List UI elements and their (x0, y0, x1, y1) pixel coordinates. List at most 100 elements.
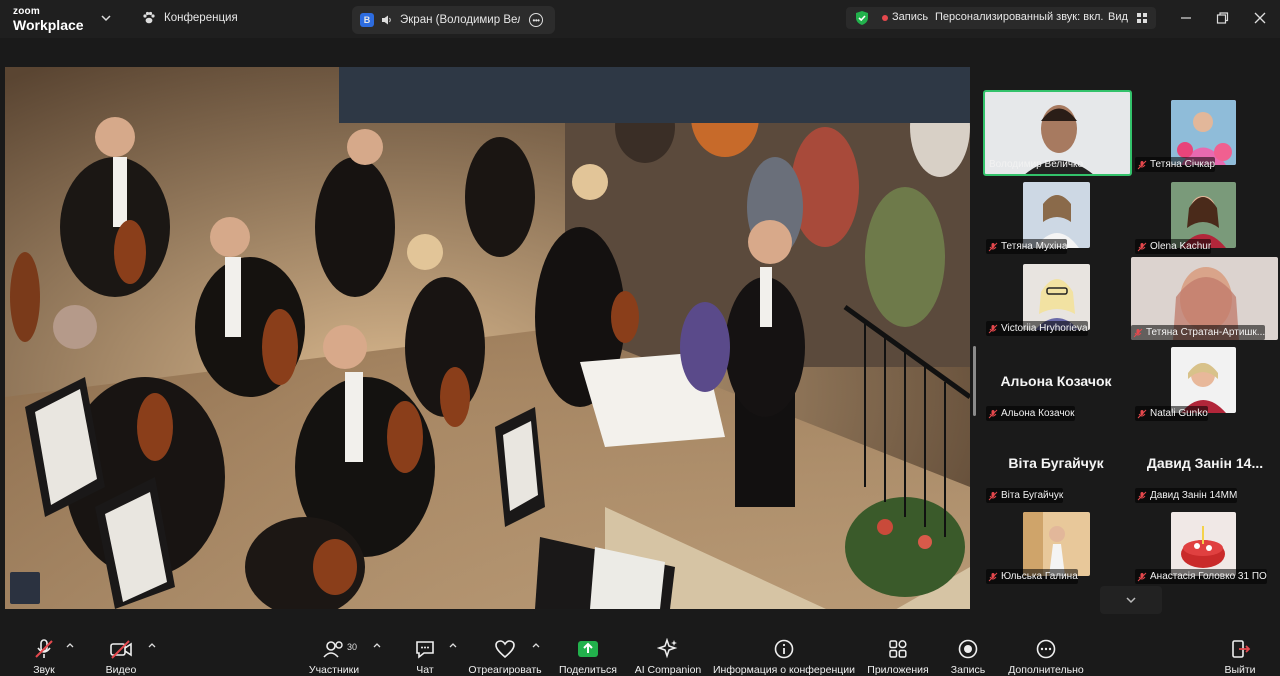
chat-label: Чат (416, 664, 434, 676)
mic-muted-icon (988, 572, 998, 581)
mic-muted-icon (1137, 572, 1147, 581)
meeting-info-label: Информация о конференции (712, 664, 855, 676)
chevron-up-icon[interactable] (372, 640, 382, 650)
audio-button[interactable]: Звук (22, 630, 66, 676)
meeting-status: Запись Персонализированный звук: вкл. Ви… (846, 7, 1156, 29)
ai-companion-button[interactable]: AI Companion (632, 630, 704, 676)
apps-icon (889, 640, 907, 658)
paw-icon (143, 11, 155, 24)
shared-screen-area (0, 38, 976, 630)
recording-dot (882, 15, 888, 21)
chevron-down-icon[interactable] (100, 12, 112, 24)
participant-tile[interactable]: Анастасія Головко 31 ПО (1135, 512, 1275, 584)
maximize-icon[interactable] (1214, 10, 1230, 26)
shield-check-icon[interactable] (854, 10, 870, 26)
mic-muted-icon (988, 242, 998, 251)
participants-count: 30 (347, 642, 358, 652)
participant-tile[interactable]: Альона Козачок Альона Козачок (986, 346, 1126, 421)
minimize-icon[interactable] (1178, 10, 1194, 26)
participant-tile[interactable]: Володимир Величко (983, 90, 1132, 176)
share-screen-icon (578, 641, 598, 657)
mic-muted-icon (1137, 409, 1147, 418)
participant-name: Тетяна Січкар (1135, 157, 1216, 172)
participant-name: Давид Занін 14ММ (1135, 488, 1238, 503)
participant-tile[interactable]: Тетяна Стратан-Артишк... (1131, 257, 1278, 340)
participant-name: Natali Gunko (1135, 406, 1208, 421)
share-button[interactable]: Поделиться (556, 630, 620, 676)
meeting-info-button[interactable]: Информация о конференции (712, 630, 856, 676)
panel-resize-handle[interactable] (973, 346, 976, 416)
participants-button[interactable]: Участники (302, 630, 366, 676)
title-bar: zoom Workplace Конференция В Экран (Воло… (0, 0, 1280, 38)
orchestra-concert-image (5, 67, 970, 609)
participant-tile[interactable]: Natali Gunko (1135, 347, 1275, 421)
zoom-window: zoom Workplace Конференция В Экран (Воло… (0, 0, 1280, 676)
mic-muted-icon (35, 639, 53, 658)
view-button[interactable]: Вид (1108, 11, 1128, 23)
sparkle-icon (657, 638, 678, 659)
chat-button[interactable]: Чат (405, 630, 445, 676)
react-button[interactable]: Отреагировать (466, 630, 544, 676)
participants-icon (323, 641, 343, 658)
meeting-toolbar: Звук Видео Участники 30 Чат Отреагироват… (0, 630, 1280, 676)
participants-label: Участники (308, 664, 360, 676)
mic-muted-icon (1137, 491, 1147, 500)
conference-button[interactable]: Конференция (142, 11, 238, 25)
mic-muted-icon (988, 409, 998, 418)
participant-name: Володимир Величко (989, 159, 1084, 170)
zoom-logo[interactable]: zoom Workplace (13, 6, 84, 33)
logo-zoom-text: zoom (13, 6, 40, 17)
leave-icon (1232, 640, 1251, 658)
mic-muted-icon (1137, 242, 1147, 251)
participant-name: Альона Козачок (986, 406, 1075, 421)
conference-label: Конференция (164, 12, 238, 24)
ai-companion-label: AI Companion (634, 664, 702, 676)
apps-label: Приложения (867, 664, 929, 676)
participant-avatar (1171, 512, 1236, 576)
chevron-up-icon[interactable] (147, 640, 157, 650)
share-badge: В (360, 13, 374, 27)
audio-status[interactable]: Персонализированный звук: вкл. (935, 11, 1103, 23)
more-button[interactable]: Дополнительно (1004, 630, 1088, 676)
screen-share-tab[interactable]: В Экран (Володимир Величко ••• (352, 6, 555, 34)
apps-button[interactable]: Приложения (864, 630, 932, 676)
chevron-up-icon[interactable] (448, 640, 458, 650)
participant-name: Olena Kachur (1135, 239, 1212, 254)
chevron-down-icon (1126, 597, 1136, 604)
participant-tile[interactable]: Віта Бугайчук Віта Бугайчук (986, 428, 1126, 503)
participant-tile[interactable]: Olena Kachur (1135, 182, 1275, 254)
record-button[interactable]: Запись (944, 630, 992, 676)
participant-avatar (1171, 347, 1236, 413)
shared-screen-video[interactable] (5, 67, 970, 609)
video-label: Видео (105, 664, 137, 676)
share-title: Экран (Володимир Величко (400, 14, 520, 26)
mic-muted-icon (1137, 160, 1147, 169)
screen-corner-thumbnail (10, 572, 40, 604)
share-label: Поделиться (559, 664, 617, 676)
mic-muted-icon (988, 324, 998, 333)
close-icon[interactable] (1252, 10, 1268, 26)
heart-icon (495, 640, 515, 659)
chevron-up-icon[interactable] (65, 640, 75, 650)
participant-gallery: Володимир Величко Тетяна Січкар Тетяна М… (980, 38, 1280, 630)
participant-avatar (1171, 100, 1236, 165)
recording-label[interactable]: Запись (892, 11, 928, 23)
participant-tile[interactable]: Тетяна Мухіна (986, 182, 1126, 254)
leave-button[interactable]: Выйти (1220, 630, 1260, 676)
participant-name: Юльська Галина (986, 569, 1078, 584)
participant-tile[interactable]: Давид Занін 14... Давид Занін 14ММ (1135, 428, 1275, 503)
gallery-scroll-down-button[interactable] (1100, 586, 1162, 614)
participant-tile[interactable]: Юльська Галина (986, 512, 1126, 584)
react-label: Отреагировать (468, 664, 542, 676)
participant-tile[interactable]: Victoriia Hryhorieva (986, 264, 1126, 336)
grid-icon[interactable] (1136, 12, 1148, 24)
logo-workplace-text: Workplace (13, 17, 84, 33)
participant-tile[interactable]: Тетяна Січкар (1135, 100, 1275, 172)
video-button[interactable]: Видео (98, 630, 144, 676)
participant-display-name: Альона Козачок (1000, 373, 1112, 389)
participant-name: Victoriia Hryhorieva (986, 321, 1088, 336)
participant-name: Анастасія Головко 31 ПО (1135, 569, 1267, 584)
chevron-up-icon[interactable] (531, 640, 541, 650)
more-options-icon[interactable]: ••• (529, 13, 543, 27)
video-off-icon (110, 640, 132, 659)
